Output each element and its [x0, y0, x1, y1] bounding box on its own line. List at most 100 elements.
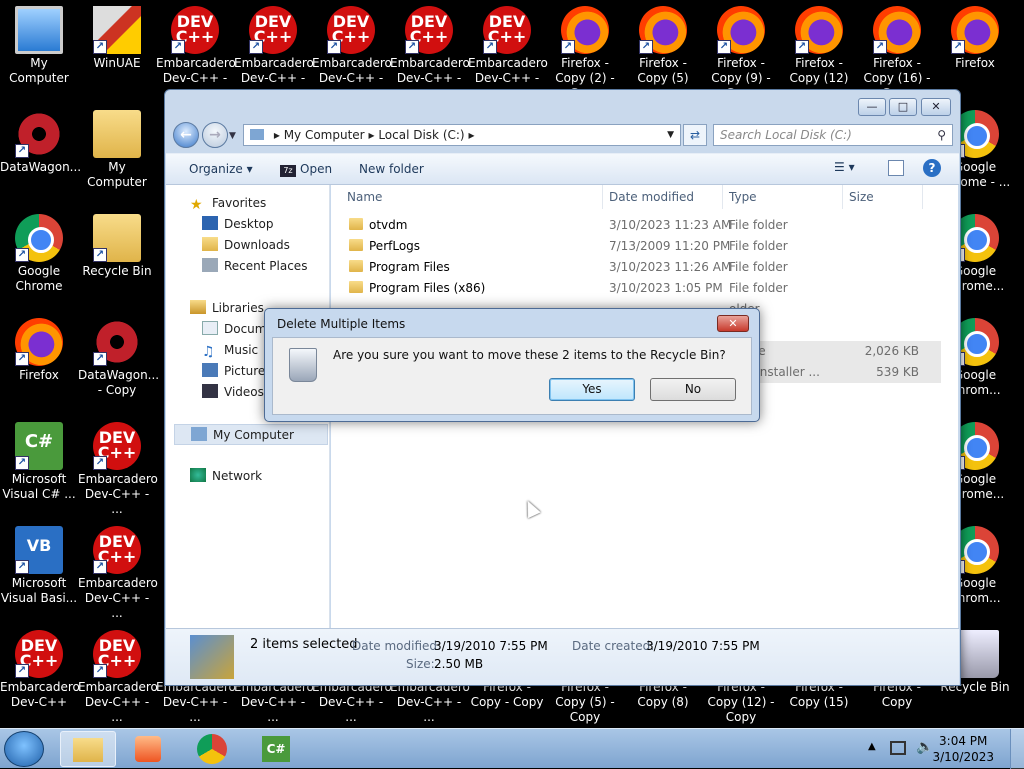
shortcut-arrow-icon: ↗ [873, 40, 887, 54]
visual-basic-icon: VB ↗ [15, 526, 63, 574]
firefox-icon: ↗ [639, 6, 687, 54]
start-button[interactable] [4, 731, 44, 767]
yes-button[interactable]: Yes [549, 378, 635, 401]
back-icon[interactable]: ← [173, 122, 199, 148]
desktop-icon-label: Microsoft Visual C# ... [2, 472, 76, 501]
desktop-icon-item[interactable]: ↗ Recycle Bin [78, 208, 156, 312]
address-dropdown-icon[interactable]: ▼ [667, 125, 674, 145]
file-row[interactable]: PerfLogs 7/13/2009 11:20 PM File folder [341, 236, 941, 257]
desktop-icon-label: Google Chrome [15, 264, 63, 293]
nav-my-computer[interactable]: My Computer [174, 424, 328, 445]
minimize-button[interactable]: — [858, 98, 886, 116]
desktop-icon-item[interactable]: My Computer [78, 104, 156, 208]
taskbar-visual-csharp[interactable]: C# [248, 731, 304, 767]
open-label: Open [300, 162, 333, 176]
file-row[interactable]: Program Files (x86) 3/10/2023 1:05 PM File… [341, 278, 941, 299]
devcpp-icon: DEVC++↗ [171, 6, 219, 54]
desktop-icon-item[interactable]: My Computer [0, 0, 78, 104]
taskbar-explorer[interactable] [60, 731, 116, 767]
search-input[interactable]: Search Local Disk (C:) ⚲ [713, 124, 953, 146]
network-tray-icon[interactable] [890, 741, 906, 755]
desktop-icon-label: Firefox [19, 368, 59, 382]
recent-pages-chevron-icon[interactable]: ▼ [229, 131, 236, 141]
desktop-icon-label: Firefox - Copy (12) - Copy [707, 680, 775, 724]
window-caption[interactable]: — □ ✕ [165, 90, 960, 118]
chrome-icon: ↗ [15, 214, 63, 262]
computer-icon [191, 427, 207, 441]
no-button[interactable]: No [650, 378, 736, 401]
shortcut-arrow-icon: ↗ [15, 664, 29, 678]
dialog-close-button[interactable]: ✕ [717, 315, 749, 332]
date-created-label: Date created: [572, 639, 655, 653]
desktop-icon-label: DataWagon... [0, 160, 82, 174]
breadcrumb-local-disk[interactable]: Local Disk (C:) [378, 128, 464, 142]
organize-button[interactable]: Organize ▾ [189, 162, 253, 176]
size-label: Size: [406, 657, 435, 671]
maximize-button[interactable]: □ [889, 98, 917, 116]
help-icon[interactable]: ? [923, 159, 941, 177]
desktop-icon-item[interactable]: VB ↗ Microsoft Visual Basi... [0, 520, 78, 624]
folder-icon [93, 110, 141, 158]
date-modified-value: 3/19/2010 7:55 PM [434, 639, 548, 653]
computer-small-icon [250, 129, 264, 140]
nav-music-label: Music [224, 343, 259, 357]
views-icon[interactable]: ☰ ▾ [834, 160, 855, 174]
column-date-modified[interactable]: Date modified [603, 185, 723, 209]
address-bar[interactable]: ▸ My Computer ▸ Local Disk (C:) ▸ ▼ [243, 124, 681, 146]
desktop-icon-label: Embarcadero Dev-C++ - ... [234, 680, 314, 724]
taskbar-media-player[interactable] [120, 731, 176, 767]
taskbar-chrome[interactable] [184, 731, 240, 767]
folder-icon [349, 281, 363, 293]
desktop-icon-item[interactable]: DEVC++↗Embarcadero Dev-C++ - ... [78, 520, 158, 624]
documents-icon [202, 321, 218, 335]
file-row[interactable]: Program Files 3/10/2023 11:26 AM File fold… [341, 257, 941, 278]
desktop-icon-item[interactable]: C# ↗ Microsoft Visual C# ... [0, 416, 78, 520]
dialog-title: Delete Multiple Items [277, 317, 406, 331]
refresh-button[interactable]: ⇄ [683, 124, 707, 146]
clock[interactable]: 3:04 PM 3/10/2023 [932, 733, 994, 765]
desktop-icon-item[interactable]: DEVC++↗Embarcadero Dev-C++ - ... [78, 416, 158, 520]
desktop-icon-label: Embarcadero Dev-C++ - ... [78, 576, 158, 620]
open-button[interactable]: 7z Open [280, 162, 332, 177]
forward-icon[interactable]: → [202, 122, 228, 148]
desktop-icon-item[interactable]: ↗ Google Chrome [0, 208, 78, 312]
breadcrumb-my-computer[interactable]: My Computer [284, 128, 365, 142]
devcpp-icon: DEVC++↗ [483, 6, 531, 54]
column-size[interactable]: Size [843, 185, 923, 209]
column-name[interactable]: Name [341, 185, 603, 209]
clock-time: 3:04 PM [939, 734, 988, 748]
new-folder-button[interactable]: New folder [359, 162, 424, 176]
desktop-icon-item[interactable]: DEV C++ ↗ Embarcadero Dev-C++ [0, 624, 80, 728]
desktop-icon-label: Embarcadero Dev-C++ - ... [312, 680, 392, 724]
clock-date: 3/10/2023 [932, 750, 994, 764]
show-desktop-button[interactable] [1010, 729, 1024, 769]
nav-network[interactable]: Network [190, 466, 354, 487]
dialog-message: Are you sure you want to move these 2 it… [333, 348, 726, 362]
nav-recent-label: Recent Places [224, 259, 308, 273]
tray-chevron-icon[interactable]: ▲ [868, 741, 876, 752]
desktop-icon [202, 216, 218, 230]
computer-icon [15, 6, 63, 54]
devcpp-icon: DEVC++↗ [93, 422, 141, 470]
desktop-icon-label: Embarcadero Dev-C++ [0, 680, 80, 709]
firefox-icon: ↗ [561, 6, 609, 54]
shortcut-arrow-icon: ↗ [951, 40, 965, 54]
desktop-icon-item[interactable]: ↗ DataWagon... [0, 104, 82, 208]
desktop-icon-item[interactable]: ↗ DataWagon... - Copy [78, 312, 159, 416]
desktop-icon-item[interactable]: DEVC++↗Embarcadero Dev-C++ - ... [78, 624, 158, 728]
file-name: otvdm [349, 215, 407, 236]
downloads-icon [202, 237, 218, 251]
nav-favorites[interactable]: ★ Favorites [190, 193, 354, 214]
desktop-icon-label: WinUAE [93, 56, 141, 70]
desktop-icon-label: Firefox [955, 56, 995, 70]
desktop-icon-label: Embarcadero Dev-C++ - ... [78, 472, 158, 516]
preview-pane-icon[interactable] [888, 160, 904, 176]
file-row[interactable]: otvdm 3/10/2023 11:23 AM File folder [341, 215, 941, 236]
column-type[interactable]: Type [723, 185, 843, 209]
desktop-icon-item[interactable]: ↗ WinUAE [78, 0, 156, 104]
volume-tray-icon[interactable]: 🔈 [916, 739, 933, 755]
desktop-icon-item[interactable]: ↗ Firefox [0, 312, 78, 416]
close-button[interactable]: ✕ [921, 98, 951, 116]
chrome-icon [197, 734, 227, 764]
recent-places-icon [202, 258, 218, 272]
